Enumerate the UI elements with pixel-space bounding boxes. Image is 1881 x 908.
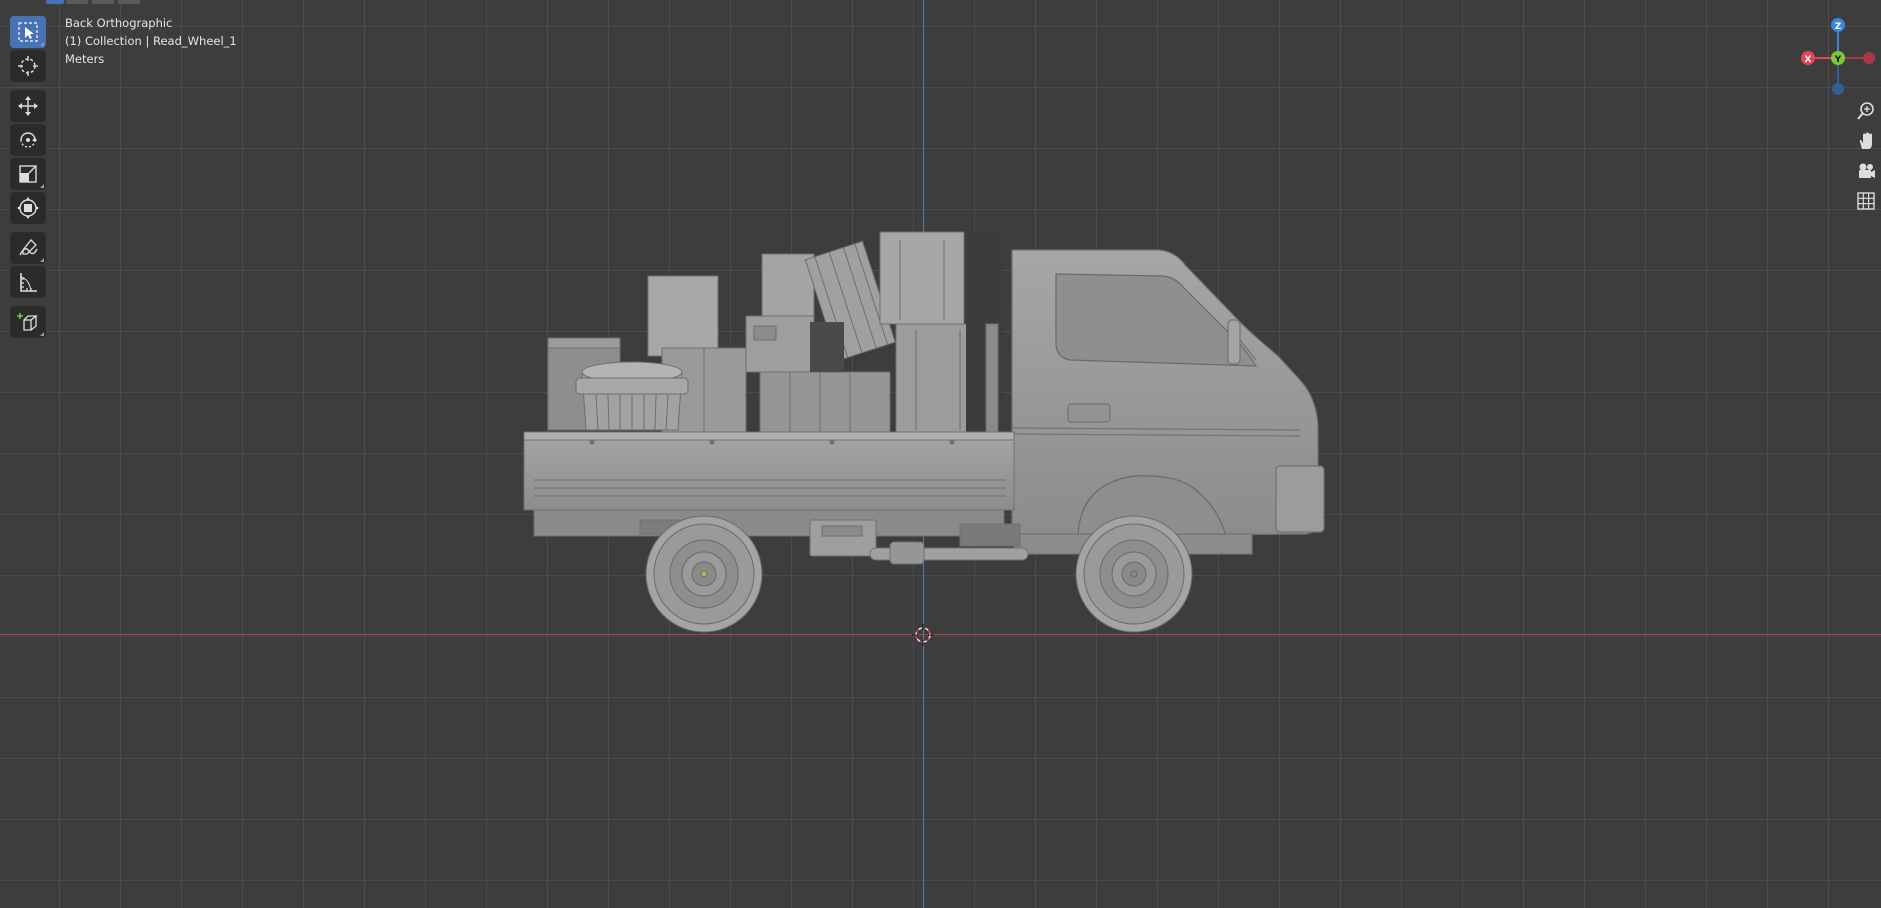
- select-box-icon: [18, 22, 38, 42]
- truck-bed: [523, 431, 1029, 565]
- crate-right-top: [879, 231, 965, 325]
- scale-icon: [19, 165, 37, 183]
- crate-slatted: [759, 371, 891, 433]
- cursor-icon: [18, 56, 38, 76]
- navigation-gizmo[interactable]: Z X Y: [1798, 18, 1878, 98]
- pan-button[interactable]: [1852, 128, 1880, 154]
- gizmo-z-negative: [1832, 83, 1844, 95]
- hand-icon: [1859, 132, 1872, 149]
- grid-icon: [1857, 192, 1875, 210]
- zoom-button[interactable]: [1852, 98, 1880, 124]
- add-cube-icon: [17, 313, 38, 331]
- orthographic-toggle-button[interactable]: [1852, 188, 1880, 214]
- move-icon: [18, 96, 38, 116]
- gizmo-z-label: Z: [1835, 22, 1842, 32]
- crate-mid: [745, 315, 815, 373]
- fuel-tank: [809, 519, 877, 557]
- bed-side-wall: [523, 431, 1015, 511]
- transform-tool[interactable]: [10, 192, 46, 224]
- rear-wheel: [645, 515, 763, 633]
- scale-tool[interactable]: [10, 158, 46, 190]
- truck-cab: [1011, 249, 1325, 555]
- annotate-tool[interactable]: [10, 232, 46, 264]
- units-label: Meters: [65, 52, 105, 66]
- collection-info: (1) Collection | Read_Wheel_1: [65, 34, 237, 48]
- measure-tool[interactable]: [10, 266, 46, 298]
- gizmo-y-label: Y: [1834, 55, 1842, 65]
- viewport-info: Back Orthographic (1) Collection | Read_…: [65, 14, 237, 68]
- select-box-tool[interactable]: [10, 16, 46, 48]
- view-name: Back Orthographic: [65, 16, 173, 30]
- add-cube-tool[interactable]: [10, 306, 46, 338]
- camera-view-button[interactable]: [1852, 158, 1880, 184]
- truck-model[interactable]: [0, 0, 1881, 908]
- 3d-cursor-icon[interactable]: [912, 624, 934, 646]
- door-handle: [1067, 403, 1111, 423]
- measure-icon: [20, 273, 37, 292]
- front-wheel: [1075, 515, 1193, 633]
- side-mirror: [1227, 319, 1241, 365]
- front-bumper: [1275, 465, 1325, 533]
- cargo-group: [547, 231, 1002, 433]
- gizmo-x-label: X: [1805, 55, 1812, 65]
- annotate-icon: [19, 239, 38, 256]
- 3d-viewport[interactable]: Back Orthographic (1) Collection | Read_…: [0, 0, 1881, 908]
- box-left: [647, 275, 719, 357]
- camera-icon: [1859, 163, 1875, 178]
- rotate-icon: [20, 132, 37, 148]
- barrel: [575, 361, 689, 431]
- zoom-icon: [1857, 102, 1874, 120]
- gizmo-x-negative: [1863, 52, 1875, 64]
- move-tool[interactable]: [10, 90, 46, 122]
- cursor-tool[interactable]: [10, 50, 46, 82]
- rotate-tool[interactable]: [10, 124, 46, 156]
- transform-icon: [17, 197, 39, 219]
